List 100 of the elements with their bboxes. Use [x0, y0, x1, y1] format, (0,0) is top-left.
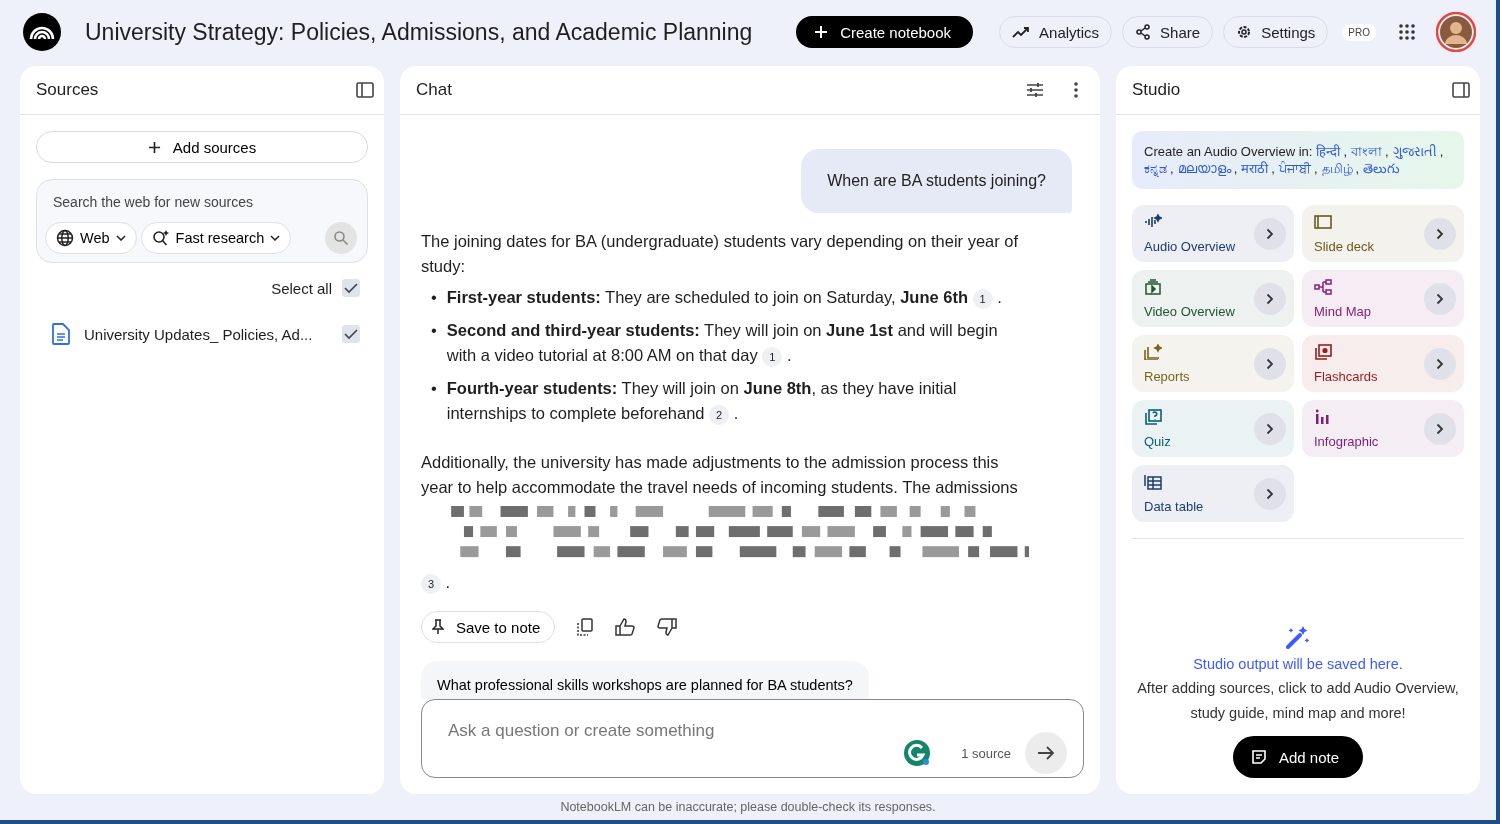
search-field[interactable]: Search the web for new sources: [45, 188, 359, 216]
web-search-field[interactable]: Search the web for new sources Web Fast research: [36, 179, 368, 263]
infographic-icon: [1314, 408, 1332, 425]
comma-text: ,: [1343, 143, 1347, 160]
more-options-icon[interactable]: [1074, 82, 1078, 98]
answer-paragraph: Additionally, the university has made adjustments to the admission process this year to help accommodate the travel needs of incoming students. The admissions: [421, 452, 1019, 498]
avatar[interactable]: [1436, 12, 1476, 52]
arrow-button[interactable]: [1254, 347, 1286, 380]
studio-tool-card[interactable]: Infographic: [1302, 400, 1464, 457]
suggested-question[interactable]: What professional skills workshops are planned for BA students?: [421, 661, 869, 700]
thumbs-down-icon[interactable]: [657, 618, 678, 637]
bullet-marker: •: [431, 287, 437, 308]
settings-icon: [1236, 24, 1253, 40]
comma-text: ,: [1233, 160, 1238, 177]
table-icon: [1144, 473, 1162, 490]
collapse-panel-icon[interactable]: [356, 82, 374, 98]
studio-tool-card[interactable]: Reports: [1132, 335, 1294, 392]
chevron-down-icon: [115, 235, 126, 241]
arrow-button[interactable]: [1424, 347, 1456, 380]
video-icon: [1144, 278, 1162, 295]
chevron-right-icon: [1266, 292, 1274, 305]
language-link[interactable]: தமிழ்: [1321, 160, 1353, 177]
apps-grid-icon[interactable]: [1398, 23, 1416, 41]
chevron-right-icon: [1266, 422, 1274, 435]
bullet-marker: •: [431, 378, 437, 399]
grammar-assistant-icon[interactable]: [903, 739, 932, 768]
copy-icon[interactable]: [577, 618, 594, 637]
settings-button[interactable]: Settings: [1223, 16, 1329, 48]
arrow-button[interactable]: [1424, 282, 1456, 315]
panel-title: Sources: [36, 80, 99, 100]
panel-title: Studio: [1132, 80, 1181, 100]
comma-text: ,: [1385, 143, 1389, 160]
empty-state-title: Studio output will be saved here.: [1193, 656, 1403, 672]
language-link[interactable]: ગુજરાતી: [1392, 143, 1437, 160]
answer-bullet: Fourth-year students: They will join on June 8th, as they have initial internships to complete beforehand 2 .: [446, 376, 1031, 426]
chevron-right-icon: [1266, 487, 1274, 500]
pro-badge: PRO: [1342, 23, 1376, 41]
source-checkbox[interactable]: [342, 325, 360, 343]
analytics-button[interactable]: Analytics: [999, 16, 1113, 48]
web-dropdown[interactable]: Web: [45, 222, 137, 254]
logo-icon[interactable]: [22, 12, 62, 52]
comma-text: ,: [1271, 160, 1275, 177]
notebook-title[interactable]: University Strategy: Policies, Admissions, and Academic Planning: [85, 18, 787, 46]
note-icon: [1250, 749, 1267, 765]
language-link[interactable]: ਪੰਜਾਬੀ: [1278, 160, 1311, 177]
comma-text: ,: [1439, 143, 1444, 160]
chat-input[interactable]: Ask a question or create something 1 source: [421, 699, 1084, 778]
bullet-marker: •: [431, 320, 437, 341]
arrow-button[interactable]: [1424, 217, 1456, 250]
create-notebook-button[interactable]: Create notebook: [796, 16, 974, 48]
chevron-right-icon: [1436, 292, 1444, 305]
user-message: When are BA students joining?: [801, 149, 1072, 213]
arrow-button[interactable]: [1254, 412, 1286, 445]
studio-tool-card[interactable]: Video Overview: [1132, 270, 1294, 327]
trend-icon: [1012, 25, 1031, 39]
select-all-checkbox[interactable]: [342, 279, 360, 297]
search-button[interactable]: [325, 222, 357, 254]
language-link[interactable]: తెలుగు: [1363, 160, 1401, 177]
mindmap-icon: [1314, 278, 1332, 295]
studio-tool-card[interactable]: Slide deck: [1302, 205, 1464, 262]
studio-tool-card[interactable]: Audio Overview: [1132, 205, 1294, 262]
studio-tool-card[interactable]: Quiz: [1132, 400, 1294, 457]
studio-tool-card[interactable]: Mind Map: [1302, 270, 1464, 327]
share-icon: [1135, 24, 1152, 40]
studio-tool-card[interactable]: Flashcards: [1302, 335, 1464, 392]
arrow-button[interactable]: [1424, 412, 1456, 445]
language-link[interactable]: മലയാളം: [1177, 160, 1231, 177]
disclaimer-text: NotebookLM can be inaccurate; please double-check its responses.: [560, 799, 936, 816]
language-link[interactable]: বাংলা: [1351, 143, 1382, 160]
collapse-panel-icon[interactable]: [1452, 82, 1470, 98]
plus-icon: [147, 140, 161, 154]
answer-paragraph: The joining dates for BA (undergraduate) students vary depending on their year of study:: [421, 231, 1020, 277]
language-link[interactable]: मराठी: [1241, 160, 1269, 177]
language-link[interactable]: ಕನ್ನಡ: [1144, 160, 1167, 177]
chevron-right-icon: [1436, 357, 1444, 370]
add-sources-button[interactable]: Add sources: [36, 131, 368, 163]
globe-icon: [56, 229, 74, 247]
answer-bullet: First-year students: They are scheduled to join on Saturday, June 6th 1 .: [446, 285, 1031, 310]
select-all-label: Select all: [271, 279, 332, 297]
save-to-note-button[interactable]: Save to note: [421, 611, 556, 644]
arrow-button[interactable]: [1254, 477, 1286, 510]
source-count: 1 source: [961, 745, 1011, 761]
comma-text: ,: [1170, 160, 1174, 177]
send-button[interactable]: [1025, 732, 1067, 775]
language-link[interactable]: हिन्दी: [1316, 143, 1341, 160]
chevron-right-icon: [1266, 357, 1274, 370]
arrow-button[interactable]: [1254, 217, 1286, 250]
add-note-button[interactable]: Add note: [1232, 736, 1364, 778]
sparkle-search-icon: [151, 229, 170, 247]
thumbs-up-icon[interactable]: [615, 618, 636, 637]
citation-marker[interactable]: 3: [421, 573, 441, 594]
studio-tool-card[interactable]: Data table: [1132, 465, 1294, 522]
chevron-down-icon: [270, 235, 281, 241]
search-icon: [333, 230, 349, 246]
source-name[interactable]: University Updates_ Policies, Ad...: [84, 325, 328, 343]
arrow-button[interactable]: [1254, 282, 1286, 315]
tune-icon[interactable]: [1026, 82, 1044, 98]
chevron-right-icon: [1266, 227, 1274, 240]
share-button[interactable]: Share: [1122, 16, 1214, 48]
research-mode-dropdown[interactable]: Fast research: [140, 222, 292, 254]
